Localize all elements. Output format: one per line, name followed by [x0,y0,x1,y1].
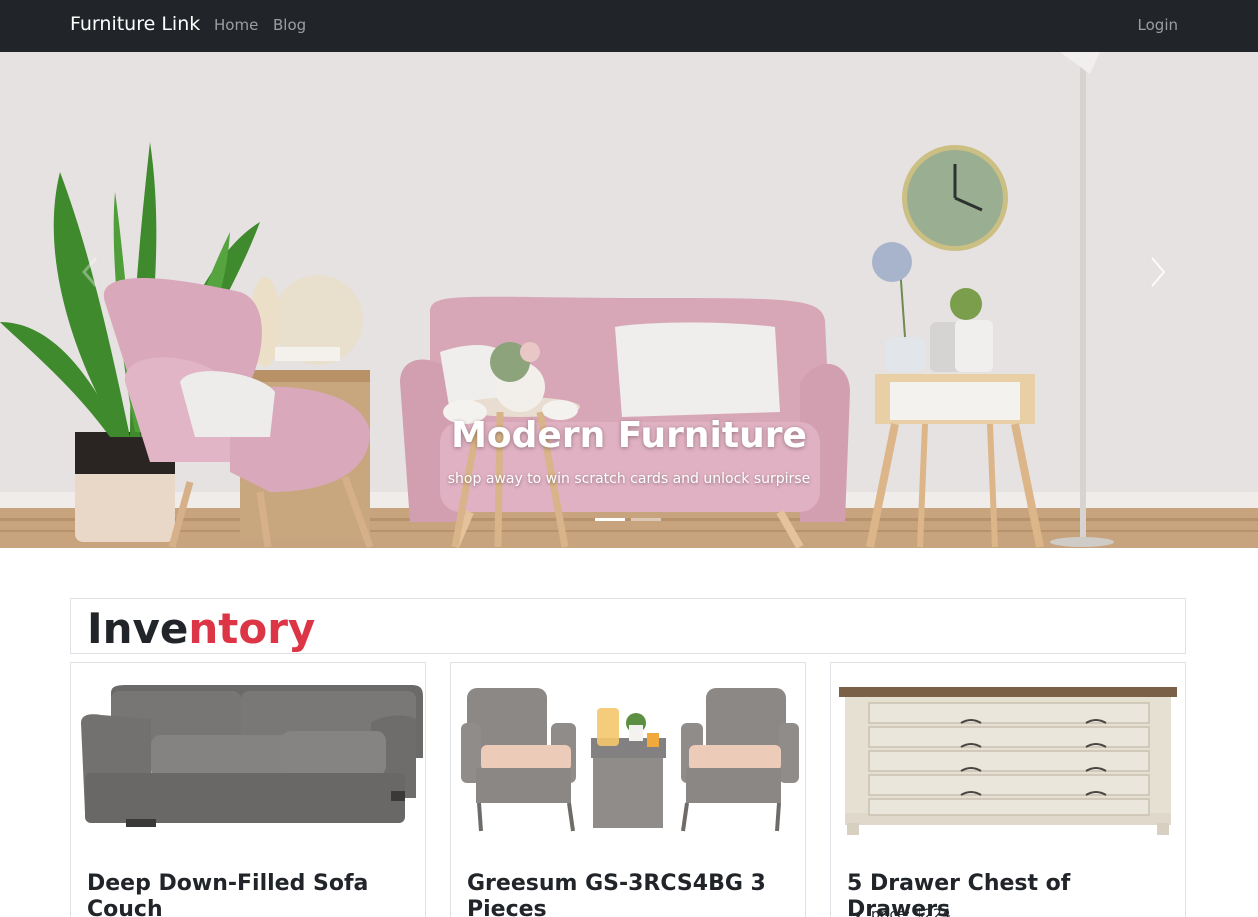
card-title: Greesum GS-3RCS4BG 3 Pieces [467,871,766,917]
carousel-indicators [595,518,661,521]
inventory-card[interactable]: 5 Drawer Chest of Drawers price: $224 [830,662,1186,917]
chevron-left-icon [82,257,98,287]
card-details: price: $224 [871,907,951,917]
chest-of-drawers-image [831,663,1185,848]
inventory-card[interactable]: Deep Down-Filled Sofa Couch [70,662,426,917]
hero-carousel: Modern Furniture shop away to win scratc… [0,52,1258,548]
carousel-next-button[interactable] [1128,232,1188,312]
carousel-caption-title: Modern Furniture [451,415,807,456]
nav-link-home[interactable]: Home [214,16,258,34]
inventory-card[interactable]: Greesum GS-3RCS4BG 3 Pieces [450,662,806,917]
inventory-title: Inventory [87,603,315,655]
card-price: price: $224 [871,907,951,917]
brand-link[interactable]: Furniture Link [70,13,200,35]
carousel-indicator-2[interactable] [631,518,661,521]
login-link[interactable]: Login [1138,16,1178,34]
sofa-image [71,663,425,848]
patio-set-image [451,663,805,848]
chevron-right-icon [1151,257,1166,287]
carousel-indicator-1[interactable] [595,518,625,521]
carousel-caption-text: shop away to win scratch cards and unloc… [447,471,811,487]
navbar: Furniture Link Home Blog Login [0,0,1258,52]
nav-link-blog[interactable]: Blog [273,16,306,34]
card-title: Deep Down-Filled Sofa Couch [87,871,369,917]
carousel-prev-button[interactable] [60,232,120,312]
inventory-header: Inventory [70,598,1186,654]
inventory-title-part1: Inve [87,604,189,653]
inventory-title-part2: ntory [188,604,316,653]
